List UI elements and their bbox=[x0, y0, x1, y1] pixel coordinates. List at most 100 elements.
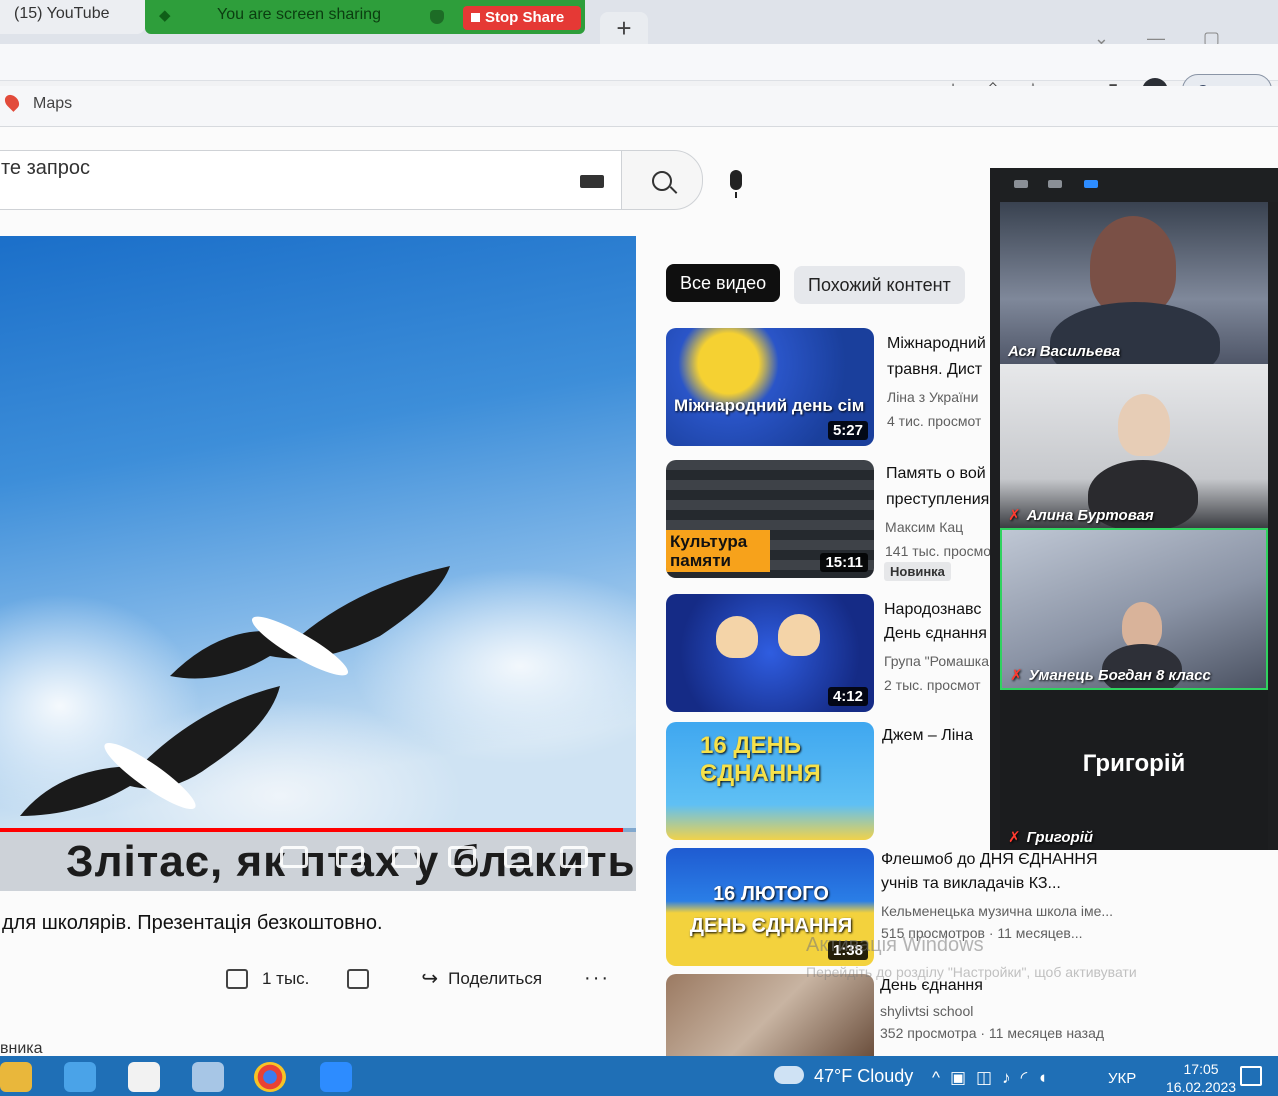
rec-views: 2 тыс. просмот bbox=[884, 677, 981, 693]
video-frame-storks[interactable] bbox=[0, 236, 636, 828]
fullscreen-icon[interactable] bbox=[560, 846, 588, 868]
paint-icon[interactable] bbox=[192, 1062, 224, 1092]
like-count[interactable]: 1 тыс. bbox=[262, 969, 309, 989]
search-button[interactable] bbox=[621, 150, 703, 210]
tab-youtube-label: (15) YouTube bbox=[14, 5, 110, 22]
keyboard-icon[interactable] bbox=[580, 175, 604, 188]
windows-activation-text: Перейдіть до розділу "Настройки", щоб ак… bbox=[806, 964, 1137, 980]
video-player[interactable]: Злітає, як птах у блакить bbox=[0, 236, 636, 891]
cartoon-girl bbox=[716, 616, 758, 658]
file-explorer-icon[interactable] bbox=[0, 1062, 32, 1092]
mail-icon[interactable] bbox=[64, 1062, 96, 1092]
dislike-icon[interactable] bbox=[347, 968, 370, 989]
gallery-view-icon[interactable] bbox=[1084, 180, 1098, 188]
search-input[interactable]: те запрос bbox=[0, 150, 623, 210]
theater-mode-icon[interactable] bbox=[504, 846, 532, 868]
rec-title[interactable]: Флешмоб до ДНЯ ЄДНАННЯ bbox=[881, 848, 1111, 872]
rec-thumbnail[interactable]: 4:12 bbox=[666, 594, 874, 712]
participant-video bbox=[1090, 216, 1176, 316]
video-duration: 15:11 bbox=[820, 553, 868, 572]
rec-channel[interactable]: Максим Кац bbox=[885, 516, 963, 539]
settings-icon[interactable] bbox=[392, 846, 420, 868]
rec-thumbnail[interactable]: Культура памяти 15:11 bbox=[666, 460, 874, 578]
chrome-icon[interactable] bbox=[254, 1062, 286, 1092]
zoom-app-icon[interactable] bbox=[320, 1062, 352, 1092]
rec-thumbnail[interactable]: 16 ДЕНЬ ЄДНАННЯ bbox=[666, 722, 874, 840]
thumb-caption: 16 ДЕНЬ ЄДНАННЯ bbox=[700, 732, 821, 787]
more-actions-icon[interactable]: ··· bbox=[584, 967, 610, 990]
participant-name-large: Григорій bbox=[1082, 750, 1186, 777]
participant-tile[interactable]: Ася Васильева bbox=[1000, 202, 1268, 364]
cartoon-boy bbox=[778, 614, 820, 656]
storks-illustration bbox=[20, 566, 450, 816]
share-icon[interactable]: ↪ bbox=[421, 966, 438, 991]
zoom-titlebar bbox=[1000, 168, 1278, 202]
system-tray-icons[interactable]: ^▣◫♪◜◖ bbox=[932, 1068, 1057, 1088]
rec-channel[interactable]: Ліна з України bbox=[887, 386, 978, 409]
participant-tile[interactable]: ✗ Алина Буртовая bbox=[1000, 364, 1268, 528]
zoom-gallery-panel: Ася Васильева ✗ Алина Буртовая ✗ Уманець Б… bbox=[990, 168, 1278, 850]
participant-name: Ася Васильева bbox=[1008, 343, 1121, 360]
participant-name: Уманець Богдан 8 класс bbox=[1028, 667, 1211, 684]
rec-channel[interactable]: Кельменецька музична школа іме... bbox=[881, 900, 1131, 923]
browser-toolbar bbox=[0, 44, 1278, 81]
notifications-icon[interactable] bbox=[1240, 1066, 1262, 1086]
video-duration: 5:27 bbox=[827, 421, 868, 440]
search-placeholder: те запрос bbox=[1, 157, 90, 179]
chip-all-videos[interactable]: Все видео bbox=[666, 264, 781, 302]
cloudy-icon bbox=[774, 1066, 804, 1084]
participant-name: Григорій bbox=[1026, 829, 1094, 846]
clock-time: 17:05 bbox=[1183, 1061, 1219, 1077]
thumb-caption: 16 ЛЮТОГО ДЕНЬ ЄДНАННЯ bbox=[689, 883, 853, 937]
language-indicator[interactable]: УКР bbox=[1108, 1070, 1136, 1087]
rec-views: 4 тис. просмот bbox=[887, 413, 982, 429]
thumb-caption: Культура памяти bbox=[666, 530, 770, 572]
muted-mic-icon: ✗ bbox=[1010, 667, 1023, 684]
clock-date: 16.02.2023 bbox=[1166, 1079, 1237, 1095]
maps-pin-icon bbox=[2, 92, 22, 112]
restore-icon[interactable] bbox=[1048, 180, 1062, 188]
windows-activation-title: Активація Windows bbox=[806, 934, 984, 956]
video-actions: 1 тыс. ↪ Поделиться ··· bbox=[226, 966, 610, 991]
microphone-icon[interactable] bbox=[730, 170, 742, 198]
tab-youtube[interactable]: (15) YouTube bbox=[0, 0, 145, 34]
shield-icon bbox=[430, 10, 444, 24]
participant-tile[interactable]: Григорій ✗ Григорій bbox=[1000, 690, 1268, 850]
zoom-share-bar: ◆ You are screen sharing Stop Share bbox=[145, 0, 585, 34]
like-icon[interactable] bbox=[226, 968, 248, 989]
muted-mic-icon: ✗ bbox=[1008, 507, 1021, 524]
bookmarks-bar: Maps bbox=[0, 86, 1278, 127]
subtitles-icon[interactable] bbox=[336, 846, 364, 868]
rec-views: 352 просмотра · 11 месяцев назад bbox=[880, 1025, 1105, 1041]
participant-tile-active[interactable]: ✗ Уманець Богдан 8 класс bbox=[1000, 528, 1268, 690]
bookmark-maps[interactable]: Maps bbox=[33, 95, 72, 113]
participant-name: Алина Буртовая bbox=[1026, 507, 1154, 524]
participant-video bbox=[1122, 602, 1162, 650]
rec-title-line2[interactable]: учнів та викладачів КЗ... bbox=[881, 872, 1111, 896]
share-button[interactable]: Поделиться bbox=[448, 969, 542, 989]
rec-views: 141 тыс. просмо bbox=[885, 543, 992, 559]
muted-mic-icon: ✗ bbox=[1008, 829, 1021, 846]
new-tab-button[interactable]: + bbox=[600, 12, 648, 44]
thumb-caption: Міжнародний день сім bbox=[674, 396, 865, 415]
autoplay-icon[interactable] bbox=[280, 846, 308, 868]
rec-channel[interactable]: shylivtsi school bbox=[880, 1000, 973, 1023]
clock[interactable]: 17:05 16.02.2023 bbox=[1166, 1060, 1236, 1096]
search-icon bbox=[652, 171, 672, 191]
rec-thumbnail[interactable]: Міжнародний день сім 5:27 bbox=[666, 328, 874, 446]
rec-channel[interactable]: Група "Ромашка bbox=[884, 650, 989, 673]
miniplayer-icon[interactable] bbox=[448, 846, 476, 868]
chip-similar-content[interactable]: Похожий контент bbox=[794, 266, 965, 304]
minimize-icon[interactable] bbox=[1014, 180, 1028, 188]
zoom-sharing-text: You are screen sharing bbox=[217, 6, 381, 23]
stop-share-button[interactable]: Stop Share bbox=[463, 6, 581, 30]
store-icon[interactable] bbox=[128, 1062, 160, 1092]
rec-thumbnail[interactable] bbox=[666, 974, 874, 1058]
player-controls bbox=[280, 846, 588, 868]
zoom-shield-icon: ◆ bbox=[159, 7, 171, 24]
participant-video bbox=[1118, 394, 1170, 456]
new-badge: Новинка bbox=[884, 562, 951, 581]
video-duration: 4:12 bbox=[827, 687, 868, 706]
video-description: для школярів. Презентація безкоштовно. bbox=[2, 912, 383, 934]
weather-widget[interactable]: 47°F Cloudy bbox=[814, 1066, 913, 1087]
